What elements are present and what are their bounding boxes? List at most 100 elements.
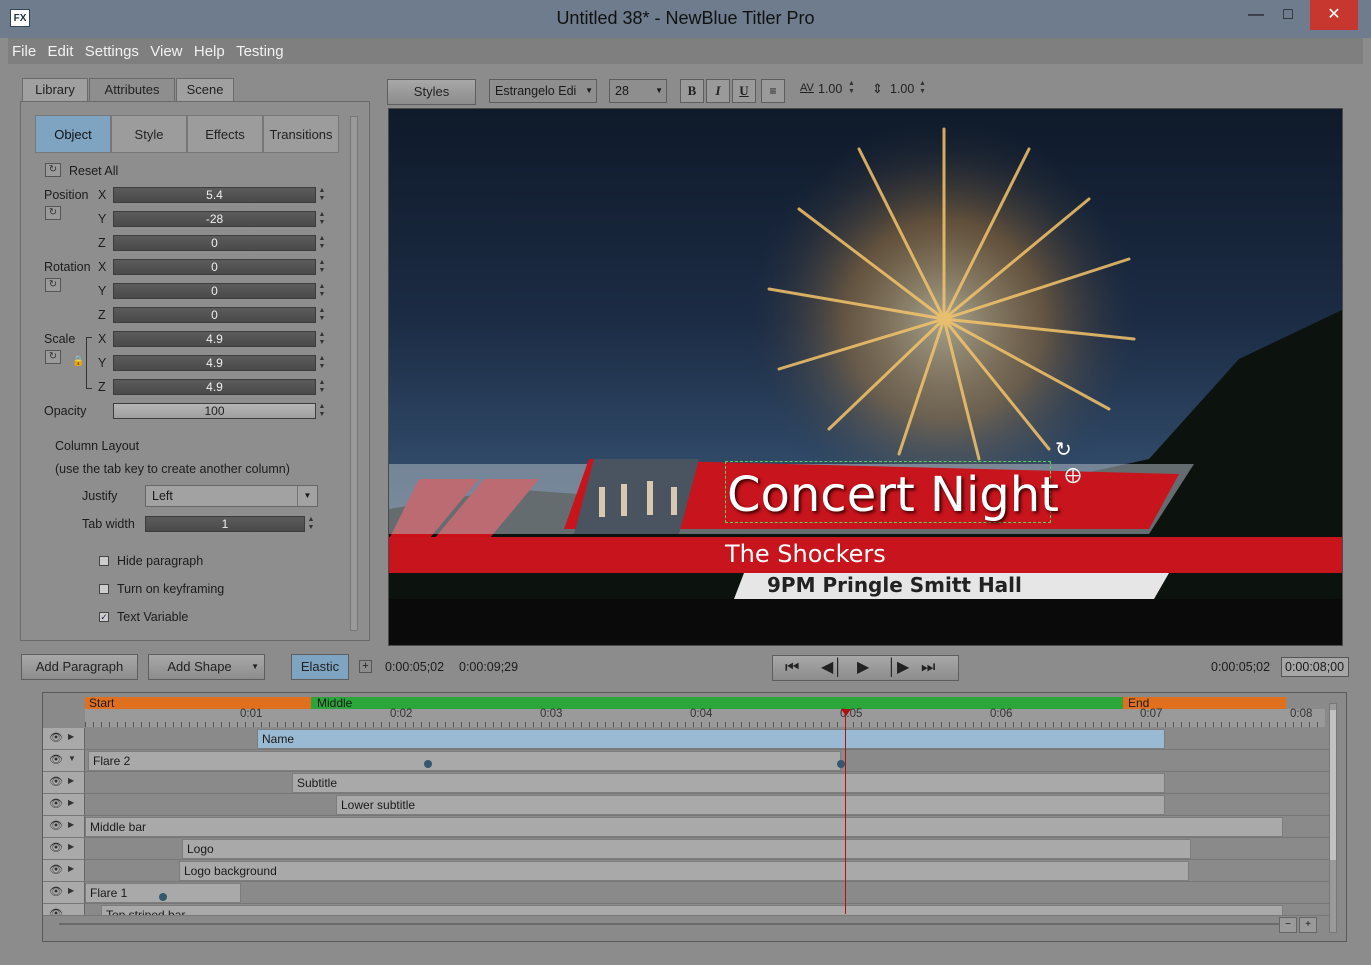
expand-icon[interactable]: ▶ [68,820,74,829]
eye-icon[interactable]: 👁 [49,797,63,810]
move-handle-icon[interactable]: ⨁ [1065,465,1081,485]
rotation-z-spinner[interactable]: ▲ ▼ [317,307,327,323]
menu-view[interactable]: View [146,38,186,65]
lock-icon[interactable]: 🔒 [72,356,84,367]
styles-button[interactable]: Styles [387,79,476,105]
eye-icon[interactable]: 👁 [49,819,63,832]
add-icon[interactable]: + [359,660,372,673]
scale-z-spinner[interactable]: ▲ ▼ [317,379,327,395]
expand-icon[interactable]: ▶ [68,886,74,895]
track-bar-subtitle[interactable]: Subtitle [292,773,1165,793]
scale-y-field[interactable]: 4.9 [113,355,316,371]
leading-spinner[interactable]: ▲ ▼ [919,80,926,96]
tab-scene[interactable]: Scene [176,78,234,102]
eye-icon[interactable]: 👁 [49,775,63,788]
leading-value[interactable]: 1.00 [890,82,914,96]
keyframe-marker[interactable] [159,893,167,901]
chevron-down-icon[interactable]: ▼ [585,80,593,102]
scale-x-spinner[interactable]: ▲ ▼ [317,331,327,347]
horizontal-scrollbar[interactable] [59,923,1279,925]
tab-object[interactable]: Object [35,115,111,153]
track-bar-top-striped-bar[interactable]: Top striped bar [101,905,1283,915]
opacity-spinner[interactable]: ▲ ▼ [317,403,327,419]
track-bar-name[interactable]: Name [257,729,1165,749]
video-preview[interactable]: Concert Night The Shockers 9PM Pringle S… [388,108,1343,646]
tab-library[interactable]: Library [22,78,88,102]
playhead-handle-icon[interactable] [841,709,851,716]
position-x-field[interactable]: 5.4 [113,187,316,203]
section-start[interactable]: Start [85,696,311,710]
opacity-field[interactable]: 100 [113,403,316,419]
skip-end-icon[interactable]: ⏭ [921,659,935,677]
tab-width-spinner[interactable]: ▲ ▼ [306,516,316,532]
chevron-down-icon[interactable]: ▼ [655,80,663,102]
add-shape-button[interactable]: Add Shape ▼ [148,654,265,680]
italic-button[interactable]: I [706,79,730,103]
chevron-down-icon[interactable]: ▼ [251,655,259,679]
expand-icon[interactable]: ▶ [68,776,74,785]
font-size-select[interactable]: 28 ▼ [609,79,667,103]
track-bar-lower-subtitle[interactable]: Lower subtitle [336,795,1165,815]
rotation-z-field[interactable]: 0 [113,307,316,323]
add-paragraph-button[interactable]: Add Paragraph [21,654,138,680]
position-z-spinner[interactable]: ▲ ▼ [317,235,327,251]
tab-style[interactable]: Style [111,115,187,153]
text-variable-checkbox[interactable]: ✓ [99,612,109,622]
zoom-out-icon[interactable]: − [1279,917,1297,933]
timecode-total-field[interactable]: 0:00:08;00 [1281,657,1349,677]
panel-scrollbar[interactable] [350,116,358,631]
rotation-y-spinner[interactable]: ▲ ▼ [317,283,327,299]
position-y-field[interactable]: -28 [113,211,316,227]
chevron-down-icon[interactable]: ▼ [297,486,317,506]
eye-icon[interactable]: 👁 [49,841,63,854]
expand-icon[interactable]: ▶ [68,798,74,807]
position-y-spinner[interactable]: ▲ ▼ [317,211,327,227]
expand-icon[interactable]: ▶ [68,864,74,873]
scale-z-field[interactable]: 4.9 [113,379,316,395]
eye-icon[interactable]: 👁 [49,731,63,744]
position-z-field[interactable]: 0 [113,235,316,251]
kerning-value[interactable]: 1.00 [818,82,842,96]
bold-button[interactable]: B [680,79,704,103]
scale-y-spinner[interactable]: ▲ ▼ [317,355,327,371]
menu-edit[interactable]: Edit [44,38,78,65]
font-select[interactable]: Estrangelo Edi ▼ [489,79,597,103]
track-bar-logo[interactable]: Logo [182,839,1191,859]
kerning-spinner[interactable]: ▲ ▼ [848,80,855,96]
track-bar-flare-2[interactable]: Flare 2 [88,751,841,771]
eye-icon[interactable]: 👁 [49,907,63,915]
keyframe-marker[interactable] [837,760,845,768]
play-icon[interactable]: ▶ [857,659,869,677]
maximize-button[interactable]: □ [1266,0,1310,30]
track-bar-middle-bar[interactable]: Middle bar [85,817,1283,837]
playhead[interactable] [845,709,846,914]
keyframe-marker[interactable] [424,760,432,768]
collapse-icon[interactable]: ▼ [68,754,76,763]
hide-paragraph-checkbox[interactable] [99,556,109,566]
tab-attributes[interactable]: Attributes [89,78,175,102]
menu-settings[interactable]: Settings [81,38,143,65]
elastic-button[interactable]: Elastic [291,654,349,680]
keyframing-checkbox[interactable] [99,584,109,594]
rotate-handle-icon[interactable]: ↻ [1055,437,1072,462]
rotation-y-field[interactable]: 0 [113,283,316,299]
reset-all-icon[interactable]: ↻ [45,163,61,177]
menu-testing[interactable]: Testing [232,38,288,65]
position-reset-icon[interactable]: ↻ [45,206,61,220]
scale-reset-icon[interactable]: ↻ [45,350,61,364]
vertical-scrollbar[interactable] [1329,703,1337,933]
justify-select[interactable]: Left ▼ [145,485,318,507]
step-back-icon[interactable]: ◀│ [821,659,843,677]
tab-effects[interactable]: Effects [187,115,263,153]
align-icon[interactable]: ≡ [761,79,785,103]
step-forward-icon[interactable]: │▶ [887,659,909,677]
rotation-x-spinner[interactable]: ▲ ▼ [317,259,327,275]
menu-file[interactable]: File [8,38,40,65]
menu-help[interactable]: Help [190,38,229,65]
scale-x-field[interactable]: 4.9 [113,331,316,347]
close-button[interactable]: ✕ [1310,0,1358,30]
expand-icon[interactable]: ▶ [68,732,74,741]
position-x-spinner[interactable]: ▲ ▼ [317,187,327,203]
zoom-in-icon[interactable]: + [1299,917,1317,933]
track-bar-logo-background[interactable]: Logo background [179,861,1189,881]
